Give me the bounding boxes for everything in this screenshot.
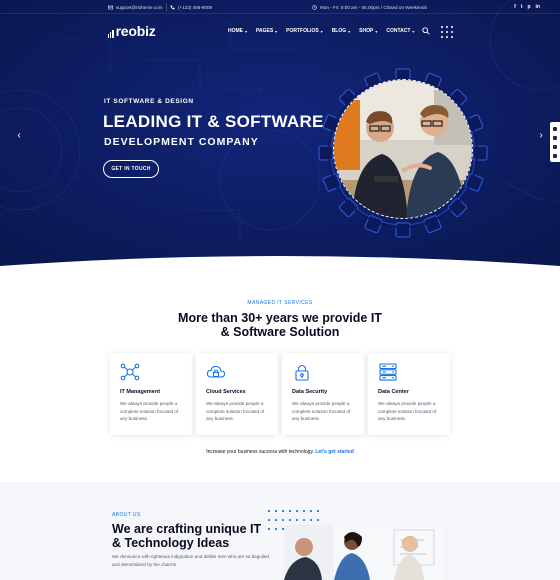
topbar-email-text: support@rstheme.com [116,4,163,10]
menu-item-pages[interactable]: PAGES ▾ [256,28,277,34]
menu-item-label: SHOP [359,28,374,34]
social-links: f t p in [514,0,540,14]
topbar-hours-text: Mon - Fri: 9:00 am - 06.00pm / Closed on… [320,4,427,10]
padlock-icon [295,364,309,381]
chevron-down-icon: ▾ [375,28,378,34]
service-card-text: We always provide people a complete solu… [206,401,265,421]
offcanvas-menu-icon[interactable] [441,26,453,38]
search-icon[interactable] [422,27,430,35]
about-title: We are crafting unique IT & Technology I… [112,522,282,550]
service-cards: IT Management We always provide people a… [110,353,450,435]
topbar-hours: Mon - Fri: 9:00 am - 06.00pm / Closed on… [312,0,427,14]
menu-item-label: PORTFOLIOS [286,28,319,34]
menu-item-blog[interactable]: BLOG ▾ [332,28,350,34]
service-card-it-management[interactable]: IT Management We always provide people a… [110,353,192,435]
lets-get-started-link[interactable]: Let's get started [315,449,353,455]
service-card-text: We always provide people a complete solu… [120,401,179,421]
get-in-touch-button[interactable]: GET IN TOUCH [103,160,159,178]
menu-item-label: PAGES [256,28,274,34]
chevron-down-icon: ▾ [412,28,415,34]
hero-section: support@rstheme.com (+123) 456-9009 Mon … [0,0,560,272]
phone-icon [170,5,175,9]
menu-item-label: HOME [228,28,243,34]
services-cta-text: Increase your business success with tech… [206,449,314,455]
toolbar-item-icon[interactable] [553,135,557,140]
service-card-data-security[interactable]: Data Security We always provide people a… [282,353,364,435]
toolbar-item-icon[interactable] [553,153,557,158]
menu-item-portfolios[interactable]: PORTFOLIOS ▾ [286,28,323,34]
hero-title: LEADING IT & SOFTWARE [103,112,324,131]
service-card-title: IT Management [120,389,161,395]
facebook-icon[interactable]: f [514,4,516,10]
toolbar-item-icon[interactable] [553,144,557,149]
menu-item-shop[interactable]: SHOP ▾ [359,28,377,34]
service-card-cloud-services[interactable]: Cloud Services We always provide people … [196,353,278,435]
pinterest-icon[interactable]: p [527,4,530,10]
topbar-email[interactable]: support@rstheme.com [108,0,163,14]
service-card-text: We always provide people a complete solu… [378,401,437,421]
topbar-phone-text: (+123) 456-9009 [178,4,213,10]
service-card-data-center[interactable]: Data Center We always provide people a c… [368,353,450,435]
topbar-phone[interactable]: (+123) 456-9009 [170,0,212,14]
menu-item-home[interactable]: HOME ▾ [228,28,247,34]
about-team-photo [284,525,445,580]
about-title-line2: & Technology Ideas [112,536,230,550]
logo[interactable]: reobiz [108,24,156,38]
linkedin-icon[interactable]: in [536,4,540,10]
logo-text: reobiz [115,23,156,39]
slider-prev-arrow[interactable]: ‹ [14,130,24,142]
service-card-text: We always provide people a complete solu… [292,401,351,421]
side-toolbar[interactable] [550,122,560,162]
about-text: We denounce with righteous indignation a… [112,554,269,567]
chevron-down-icon: ▾ [275,28,278,34]
hero-team-photo [333,79,473,219]
topbar-divider [166,3,167,11]
service-card-title: Data Center [378,389,409,395]
twitter-icon[interactable]: t [521,4,523,10]
services-kicker: MANAGED IT SERVICES [247,300,313,306]
about-title-line1: We are crafting unique IT [112,522,262,536]
hero-bottom-curve [0,256,560,272]
server-icon [379,363,397,381]
chevron-down-icon: ▾ [245,28,248,34]
clock-icon [312,4,317,10]
services-title-line2: & Software Solution [220,325,340,339]
services-title-line1: More than 30+ years we provide IT [178,311,382,325]
services-title: More than 30+ years we provide IT & Soft… [0,311,560,339]
mail-icon [108,5,113,9]
menu-item-label: BLOG [331,28,347,34]
hero-title-line2: DEVELOPMENT COMPANY [104,136,259,148]
service-card-title: Data Security [292,389,328,395]
hero-subtitle: IT SOFTWARE & DESIGN [104,98,194,105]
logo-mark-icon [108,29,114,38]
toolbar-item-icon[interactable] [553,126,557,131]
slider-next-arrow[interactable]: › [536,130,546,142]
cloud-lock-icon [206,365,226,378]
top-bar: support@rstheme.com (+123) 456-9009 Mon … [0,0,560,14]
menu-item-contact[interactable]: CONTACT ▾ [386,28,414,34]
chevron-down-icon: ▾ [320,28,323,34]
menu-item-label: CONTACT [386,28,411,34]
about-kicker: ABOUT US [112,512,141,518]
main-navbar: reobiz HOME ▾ PAGES ▾ PORTFOLIOS ▾ BLOG ▾ SH… [0,22,560,42]
network-icon [120,363,140,381]
about-section: ABOUT US We are crafting unique IT & Tec… [0,482,560,580]
service-card-title: Cloud Services [206,389,246,395]
main-menu: HOME ▾ PAGES ▾ PORTFOLIOS ▾ BLOG ▾ SHOP ▾ CON… [228,28,414,34]
services-cta: Increase your business success with tech… [0,449,560,455]
chevron-down-icon: ▾ [348,28,351,34]
